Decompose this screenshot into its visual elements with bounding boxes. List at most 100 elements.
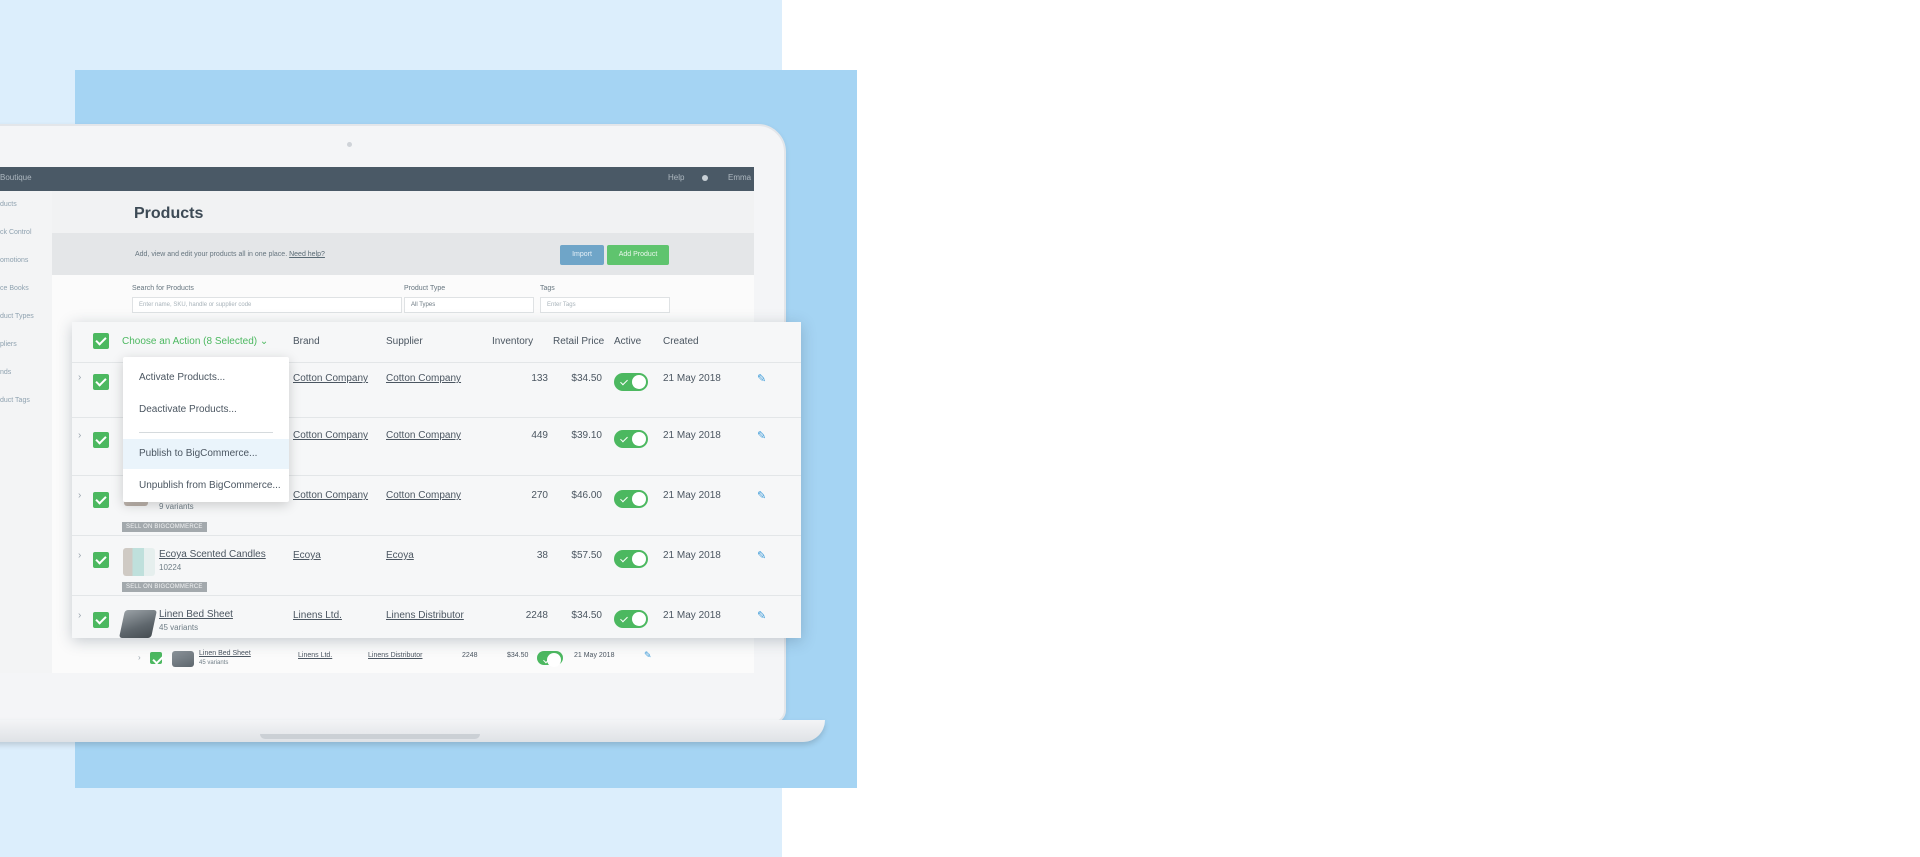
brand-link[interactable]: Ecoya (293, 550, 321, 561)
edit-icon[interactable]: ✎ (757, 549, 766, 562)
help-link-inline[interactable]: Need help? (289, 251, 325, 258)
column-header-brand[interactable]: Brand (293, 336, 320, 347)
column-header-active[interactable]: Active (614, 336, 641, 347)
brand-link[interactable]: Cotton Company (293, 373, 368, 384)
app-top-bar: Boutique Help Emma (0, 167, 754, 191)
price-value: $46.00 (571, 490, 602, 501)
menu-item-activate[interactable]: Activate Products... (123, 363, 289, 393)
sidebar-item-brands[interactable]: nds (0, 369, 11, 376)
choose-action-dropdown[interactable]: Choose an Action (8 Selected) ⌄ (122, 336, 268, 347)
import-button[interactable]: Import (560, 245, 604, 265)
row-divider (72, 535, 801, 536)
supplier-link[interactable]: Cotton Company (386, 373, 461, 384)
edit-icon[interactable]: ✎ (757, 429, 766, 442)
sidebar-item-promotions[interactable]: omotions (0, 257, 28, 264)
row-checkbox[interactable] (93, 612, 109, 628)
row-checkbox[interactable] (93, 374, 109, 390)
product-variants: 9 variants (159, 502, 194, 511)
price-value: $39.10 (571, 430, 602, 441)
brand-link[interactable]: Linens Ltd. (298, 652, 332, 659)
product-type-select[interactable]: All Types (404, 297, 534, 313)
search-input[interactable]: Enter name, SKU, handle or supplier code (132, 297, 402, 313)
price-value: $57.50 (571, 550, 602, 561)
tags-label: Tags (540, 285, 555, 292)
camera-icon (347, 142, 352, 147)
price-value: $34.50 (507, 652, 529, 659)
edit-icon[interactable]: ✎ (757, 609, 766, 622)
product-name-link[interactable]: Linen Bed Sheet (159, 609, 233, 620)
sidebar: ducts ck Control omotions ce Books duct … (0, 191, 52, 673)
active-toggle[interactable] (614, 490, 648, 508)
row-expand-icon[interactable]: › (78, 550, 81, 561)
page-toolbar: Add, view and edit your products all in … (52, 233, 754, 275)
user-name[interactable]: Emma (728, 173, 751, 182)
brand-link[interactable]: Cotton Company (293, 490, 368, 501)
active-toggle[interactable] (614, 373, 648, 391)
supplier-link[interactable]: Linens Distributor (386, 610, 464, 621)
product-variants: 45 variants (199, 660, 229, 666)
menu-item-publish-bigcommerce[interactable]: Publish to BigCommerce... (123, 439, 289, 469)
select-all-checkbox[interactable] (93, 333, 109, 349)
brand-link[interactable]: Cotton Company (293, 430, 368, 441)
active-toggle[interactable] (614, 430, 648, 448)
row-expand-icon[interactable]: › (78, 490, 81, 501)
edit-icon[interactable]: ✎ (757, 489, 766, 502)
background-table-row: › Linen Bed Sheet 45 variants Linens Ltd… (0, 647, 754, 673)
supplier-link[interactable]: Ecoya (386, 550, 414, 561)
chevron-down-icon: ⌄ (259, 336, 269, 347)
product-name-link[interactable]: Ecoya Scented Candles (159, 549, 266, 560)
sidebar-item-product-types[interactable]: duct Types (0, 313, 34, 320)
page-header: Products (52, 191, 754, 233)
supplier-link[interactable]: Cotton Company (386, 430, 461, 441)
supplier-link[interactable]: Cotton Company (386, 490, 461, 501)
row-checkbox[interactable] (150, 652, 162, 664)
tags-input[interactable]: Enter Tags (540, 297, 670, 313)
row-checkbox[interactable] (93, 552, 109, 568)
column-header-retail-price[interactable]: Retail Price (553, 336, 604, 347)
created-date: 21 May 2018 (663, 610, 721, 621)
row-checkbox[interactable] (93, 432, 109, 448)
menu-item-deactivate[interactable]: Deactivate Products... (123, 395, 289, 425)
row-expand-icon[interactable]: › (138, 653, 141, 662)
inventory-value: 38 (536, 550, 548, 561)
page-title: Products (134, 205, 204, 222)
page: Boutique Help Emma ducts ck Control omot… (0, 0, 1920, 857)
sidebar-item-suppliers[interactable]: pliers (0, 341, 17, 348)
choose-action-label: Choose an Action (8 Selected) (122, 336, 258, 347)
edit-icon[interactable]: ✎ (644, 650, 652, 661)
user-avatar-icon[interactable] (702, 175, 708, 181)
sidebar-item-products[interactable]: ducts (0, 201, 17, 208)
column-header-created[interactable]: Created (663, 336, 699, 347)
edit-icon[interactable]: ✎ (757, 372, 766, 385)
inventory-value: 133 (531, 373, 548, 384)
active-toggle[interactable] (614, 610, 648, 628)
brand-link[interactable]: Linens Ltd. (293, 610, 342, 621)
product-thumbnail (172, 651, 194, 667)
column-header-supplier[interactable]: Supplier (386, 336, 423, 347)
add-product-button[interactable]: Add Product (607, 245, 669, 265)
help-link[interactable]: Help (668, 173, 684, 182)
row-expand-icon[interactable]: › (78, 610, 81, 621)
supplier-link[interactable]: Linens Distributor (368, 652, 422, 659)
sidebar-item-product-tags[interactable]: duct Tags (0, 397, 30, 404)
laptop-notch (260, 734, 480, 739)
sell-on-bigcommerce-badge: SELL ON BIGCOMMERCE (122, 582, 207, 592)
page-subtitle-text: Add, view and edit your products all in … (135, 251, 288, 258)
sidebar-item-stock-control[interactable]: ck Control (0, 229, 32, 236)
active-toggle[interactable] (614, 550, 648, 568)
sidebar-item-price-books[interactable]: ce Books (0, 285, 29, 292)
row-divider (72, 595, 801, 596)
row-expand-icon[interactable]: › (78, 430, 81, 441)
column-header-inventory[interactable]: Inventory (492, 336, 533, 347)
menu-item-unpublish-bigcommerce[interactable]: Unpublish from BigCommerce... (123, 471, 289, 501)
product-variants: 45 variants (159, 623, 199, 632)
product-sku: 10224 (159, 563, 182, 572)
row-checkbox[interactable] (93, 492, 109, 508)
page-subtitle: Add, view and edit your products all in … (135, 251, 325, 258)
app-brand[interactable]: Boutique (0, 173, 32, 182)
product-name-link[interactable]: Linen Bed Sheet (199, 650, 251, 657)
row-expand-icon[interactable]: › (78, 372, 81, 383)
inventory-value: 2248 (525, 610, 548, 621)
sell-on-bigcommerce-badge: SELL ON BIGCOMMERCE (122, 522, 207, 532)
active-toggle[interactable] (537, 651, 563, 667)
